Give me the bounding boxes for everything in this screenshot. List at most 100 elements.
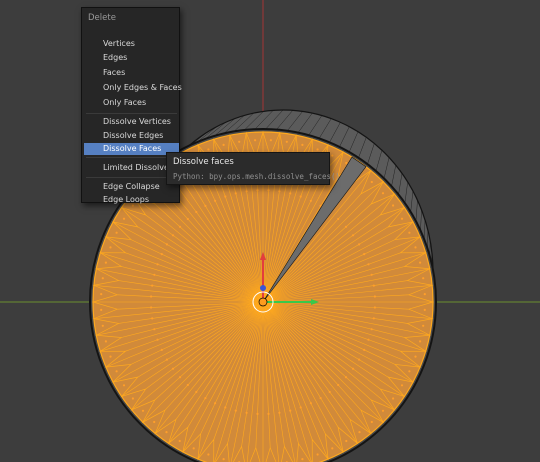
face-dot [115,231,118,234]
menu-item-vertices[interactable]: Vertices [84,38,179,50]
face-dot [195,390,198,394]
face-dot [370,420,373,424]
face-dot [150,306,153,309]
face-dot [222,458,225,461]
face-dot [256,189,259,192]
face-dot [358,431,361,434]
tooltip-python-path: Python: bpy.ops.mesh.dissolve_faces() [173,172,341,181]
face-dot [319,397,322,400]
face-dot [423,293,426,296]
menu-item-only-edges-faces[interactable]: Only Edges & Faces [84,82,182,94]
face-dot [414,355,417,358]
face-dot [101,277,104,280]
face-dot [234,409,237,412]
face-dot [256,412,259,415]
face-dot [358,243,361,246]
face-dot [372,284,375,287]
face-dot [207,453,210,456]
face-dot [408,231,411,234]
pivot-point [258,297,268,307]
menu-item-edge-loops[interactable]: Edge Loops [84,194,179,206]
face-dot [153,273,156,276]
face-dot [165,431,168,434]
face-dot [345,161,348,165]
menu-title: Delete [88,13,116,23]
face-dot [165,358,168,361]
face-dot [367,263,370,266]
face-dot [299,406,302,409]
face-dot [160,348,163,351]
face-dot [171,367,175,370]
face-dot [109,246,112,249]
face-dot [245,411,248,414]
face-dot [100,293,103,296]
menu-item-edges[interactable]: Edges [84,52,179,64]
face-dot [408,370,411,373]
face-dot [299,195,302,198]
face-dot [269,139,272,142]
face-dot [373,306,376,309]
face-dot [278,190,281,193]
face-dot [392,397,395,400]
face-dot [400,217,404,220]
face-dot [344,376,348,379]
face-dot [224,195,227,198]
face-dot [392,204,395,207]
face-dot [423,308,426,311]
menu-item-dissolve-vertices[interactable]: Dissolve Vertices [84,116,179,128]
face-dot [370,328,373,331]
face-dot [309,199,312,202]
face-dot [186,217,189,221]
face-dot [151,317,154,320]
face-dot [331,447,334,450]
face-dot [238,140,241,143]
face-dot [337,217,340,221]
face-dot [381,409,385,412]
face-dot [104,261,107,264]
face-dot [289,409,292,412]
face-dot [151,284,154,287]
face-dot [372,317,375,320]
face-dot [358,358,361,361]
face-dot [109,355,112,358]
face-dot [363,348,366,351]
face-dot [267,189,270,192]
face-dot [309,402,312,405]
face-dot [414,246,417,249]
menu-item-only-faces[interactable]: Only Faces [84,97,179,109]
face-dot [195,210,198,214]
face-dot [224,406,227,409]
face-dot [222,143,225,146]
face-dot [301,143,304,146]
face-dot [254,139,257,142]
face-dot [122,217,126,220]
menu-item-limited-dissolve[interactable]: Limited Dissolve [84,162,179,174]
menu-separator [86,113,177,114]
face-dot [171,234,175,237]
face-dot [245,190,248,193]
tooltip-title: Dissolve faces [173,157,234,167]
face-dot [301,458,304,461]
face-dot [122,384,126,387]
menu-item-dissolve-faces[interactable]: Dissolve Faces [84,143,179,155]
face-dot [344,225,348,228]
gizmo-x-handle [260,285,266,291]
menu-separator [86,157,177,158]
face-dot [419,340,422,343]
face-dot [278,411,281,414]
face-dot [316,453,319,456]
face-dot [214,199,217,202]
face-dot [165,243,168,246]
face-dot [285,140,288,143]
menu-item-edge-collapse[interactable]: Edge Collapse [84,181,179,193]
menu-item-faces[interactable]: Faces [84,67,179,79]
face-dot [351,367,355,370]
face-dot [422,324,425,327]
face-dot [363,253,366,256]
face-dot [328,390,331,394]
face-dot [153,420,156,424]
face-dot [351,234,355,237]
face-dot [316,148,319,151]
menu-item-dissolve-edges[interactable]: Dissolve Edges [84,130,179,142]
face-dot [207,148,210,151]
